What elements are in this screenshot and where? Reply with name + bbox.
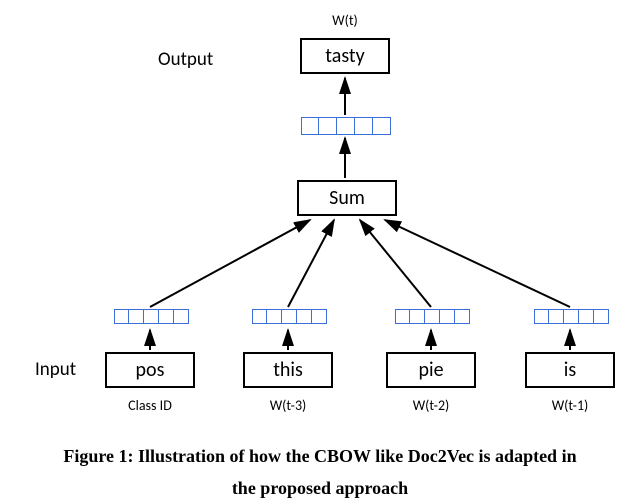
vector-cell <box>297 309 312 324</box>
vector-cell <box>337 117 355 135</box>
input-vector-2 <box>395 309 470 324</box>
diagram-stage: Output W(t) tasty Sum Input pos Class ID… <box>0 0 640 504</box>
output-word-text: tasty <box>325 44 364 68</box>
vector-cell <box>355 117 373 135</box>
sum-text: Sum <box>329 186 365 210</box>
vector-cell <box>301 117 319 135</box>
vector-cell <box>319 117 337 135</box>
input-wt-3: W(t-1) <box>525 397 615 414</box>
output-section-label: Output <box>158 48 213 71</box>
vector-cell <box>395 309 410 324</box>
vector-cell <box>440 309 455 324</box>
vector-cell <box>129 309 144 324</box>
input-word-box-3: is <box>525 352 615 388</box>
vector-cell <box>549 309 564 324</box>
input-word-text-3: is <box>564 358 576 382</box>
vector-cell <box>594 309 609 324</box>
input-word-box-1: this <box>243 352 333 388</box>
input-word-text-1: this <box>273 358 303 382</box>
arrows-svg <box>0 0 640 504</box>
input-word-box-0: pos <box>105 352 195 388</box>
vector-cell <box>312 309 327 324</box>
input-vector-3 <box>534 309 609 324</box>
output-vector <box>301 117 391 135</box>
output-word-box: tasty <box>300 38 390 74</box>
vector-cell <box>174 309 189 324</box>
input-word-box-2: pie <box>386 352 476 388</box>
vector-cell <box>410 309 425 324</box>
input-section-label: Input <box>35 358 76 381</box>
figure-caption-line1: Figure 1: Illustration of how the CBOW l… <box>0 446 640 467</box>
vector-cell <box>579 309 594 324</box>
vector-cell <box>534 309 549 324</box>
vector-cell <box>373 117 391 135</box>
vector-cell <box>425 309 440 324</box>
vector-cell <box>144 309 159 324</box>
vector-cell <box>267 309 282 324</box>
vector-cell <box>564 309 579 324</box>
sum-box: Sum <box>297 180 397 216</box>
input-word-text-0: pos <box>136 358 165 382</box>
input-wt-0: Class ID <box>105 397 195 414</box>
vector-cell <box>114 309 129 324</box>
vector-cell <box>455 309 470 324</box>
wt-label-top: W(t) <box>300 12 390 29</box>
vector-cell <box>252 309 267 324</box>
input-wt-1: W(t-3) <box>243 397 333 414</box>
input-vector-1 <box>252 309 327 324</box>
vector-cell <box>282 309 297 324</box>
figure-caption-line2: the proposed approach <box>0 478 640 499</box>
input-wt-2: W(t-2) <box>386 397 476 414</box>
vector-cell <box>159 309 174 324</box>
input-vector-0 <box>114 309 189 324</box>
input-word-text-2: pie <box>418 358 443 382</box>
